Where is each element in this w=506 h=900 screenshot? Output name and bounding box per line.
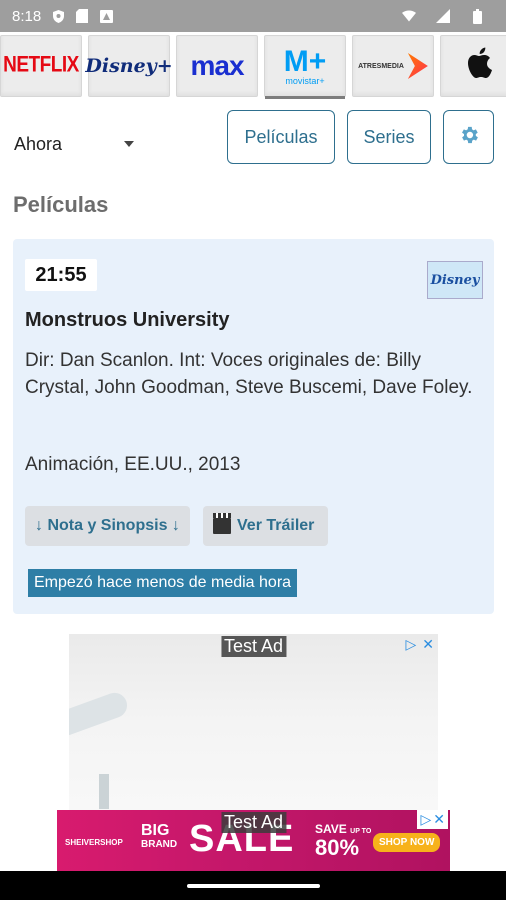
ad-banner-large[interactable]: Test Ad ▷ ✕ (69, 634, 438, 810)
movie-title: Monstruos University (25, 309, 230, 331)
channel-netflix[interactable]: NETFLIX (0, 35, 82, 97)
signal-icon (436, 9, 450, 23)
air-time: 21:55 (25, 259, 97, 291)
adchoices-icon[interactable]: ▷ (420, 811, 431, 828)
ad-image (69, 689, 131, 744)
ad-choices[interactable]: ▷ ✕ (405, 636, 434, 653)
nota-sinopsis-button[interactable]: ↓ Nota y Sinopsis ↓ (25, 506, 190, 546)
movistar-logo: M+ movistar+ (283, 44, 327, 86)
channel-apple-tv[interactable] (440, 35, 506, 97)
movie-card: 21:55 Disney Monstruos University Dir: D… (13, 239, 494, 614)
home-gesture-handle[interactable] (187, 884, 320, 888)
channel-movistar[interactable]: M+ movistar+ (264, 35, 346, 99)
series-button[interactable]: Series (347, 110, 431, 164)
ad-banner-bottom[interactable]: SHEIVERSHOP BIG BRAND SALE SAVE UP TO 80… (57, 810, 450, 871)
clock: 8:18 (12, 7, 42, 25)
movie-meta: Animación, EE.UU., 2013 (25, 454, 241, 475)
apple-logo (467, 47, 495, 86)
battery-icon (470, 8, 484, 24)
trailer-label: Ver Tráiler (237, 517, 315, 534)
ad-brand: SHEIVERSHOP (65, 838, 123, 847)
channel-logo: Disney (427, 261, 483, 299)
channel-disney-plus[interactable]: Disney+ (85, 35, 173, 97)
movie-credits: Dir: Dan Scanlon. Int: Voces originales … (25, 350, 473, 398)
caret-down-icon (124, 141, 134, 147)
time-select[interactable]: Ahora (14, 132, 134, 156)
ad-discount: 80% (315, 835, 360, 860)
atresmedia-logo: ATRESMEDIA (358, 53, 428, 79)
close-icon[interactable]: ✕ (422, 636, 434, 653)
gear-icon (458, 124, 480, 151)
settings-button[interactable] (443, 110, 494, 164)
clapperboard-icon (213, 513, 231, 534)
ad-choices[interactable]: ▷ ✕ (417, 810, 448, 829)
channel-selector: NETFLIX Disney+ max M+ movistar+ ATRESME… (0, 35, 506, 99)
test-ad-label: Test Ad (220, 812, 287, 833)
app-notification-icon (99, 9, 113, 23)
sd-card-icon (75, 9, 89, 23)
section-title: Películas (13, 192, 109, 217)
trailer-button[interactable]: Ver Tráiler (203, 506, 328, 546)
max-logo: max (190, 50, 244, 81)
shield-icon (51, 9, 65, 23)
test-ad-label: Test Ad (220, 636, 287, 657)
system-nav-bar (0, 871, 506, 900)
disney-plus-logo: Disney+ (85, 55, 173, 77)
status-badge: Empezó hace menos de media hora (28, 569, 298, 597)
peliculas-button[interactable]: Películas (227, 110, 335, 164)
ad-big-text: BIG BRAND (141, 822, 178, 851)
wifi-icon (402, 9, 416, 23)
ad-save-text: SAVE UP TO (315, 822, 372, 836)
time-select-value: Ahora (14, 133, 63, 154)
shop-now-button[interactable]: SHOP NOW (373, 833, 441, 852)
netflix-logo: NETFLIX (3, 53, 79, 78)
close-icon[interactable]: ✕ (433, 811, 445, 828)
system-status-bar: 8:18 (0, 0, 506, 32)
controls-bar: Ahora Películas Series (0, 108, 506, 168)
channel-atresmedia[interactable]: ATRESMEDIA (352, 35, 434, 97)
adchoices-icon[interactable]: ▷ (405, 636, 416, 653)
channel-max[interactable]: max (176, 35, 258, 97)
